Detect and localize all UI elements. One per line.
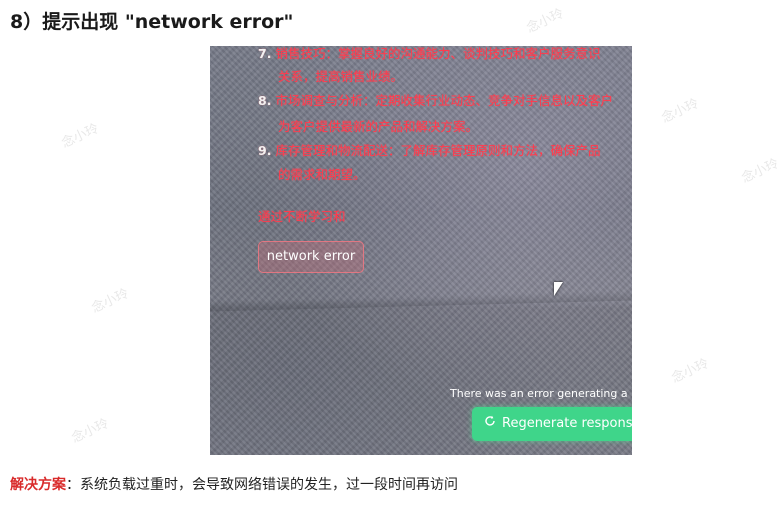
list-item-8-line1: 8. 市场调查与分析：定期收集行业动态、竞争对手信息以及客户 — [258, 90, 613, 109]
regenerate-label: Regenerate response — [502, 416, 632, 431]
list-item-8-line2: 为客户提供最新的产品和解决方案。 — [278, 119, 479, 134]
watermark: 念小玲 — [59, 121, 102, 152]
watermark: 念小玲 — [89, 286, 132, 317]
list-number: 7. — [258, 46, 272, 61]
solution-label: 解决方案 — [10, 477, 66, 493]
regenerate-response-button[interactable]: Regenerate response — [472, 407, 632, 441]
section-heading: 8）提示出现 "network error" — [10, 11, 294, 33]
list-text: 市场调查与分析：定期收集行业动态、竞争对手信息以及客户 — [275, 93, 613, 108]
list-text: 销售技巧：掌握良好的沟通能力、谈判技巧和客户服务意识 — [275, 46, 601, 61]
generating-error-message: There was an error generating a respo — [450, 387, 632, 400]
watermark: 念小玲 — [69, 416, 112, 447]
watermark: 念小玲 — [669, 356, 712, 387]
list-item-9-line2: 的需求和期望。 — [278, 167, 366, 182]
mouse-cursor-icon — [554, 282, 563, 296]
watermark: 念小玲 — [659, 96, 702, 127]
network-error-chip: network error — [258, 241, 364, 273]
screenshot-photo: 7. 销售技巧：掌握良好的沟通能力、谈判技巧和客户服务意识 关系，提高销售业绩。… — [210, 46, 632, 455]
list-number: 8. — [258, 93, 272, 108]
list-item-7-line1: 7. 销售技巧：掌握良好的沟通能力、谈判技巧和客户服务意识 — [258, 46, 600, 62]
list-item-7-line2: 关系，提高销售业绩。 — [278, 69, 404, 84]
refresh-icon-svg — [485, 415, 495, 426]
list-item-9-line1: 9. 库存管理和物流配送：了解库存管理原则和方法，确保产品 — [258, 140, 600, 159]
solution-paragraph: 解决方案：系统负载过重时，会导致网络错误的发生，过一段时间再访问 — [10, 474, 458, 494]
list-number: 9. — [258, 143, 272, 158]
page: 8）提示出现 "network error" 7. 销售技巧：掌握良好的沟通能力… — [0, 0, 777, 511]
list-text: 库存管理和物流配送：了解库存管理原则和方法，确保产品 — [275, 143, 601, 158]
partial-response-text: 通过不断学习和 — [258, 209, 346, 224]
solution-text: ：系统负载过重时，会导致网络错误的发生，过一段时间再访问 — [66, 477, 458, 493]
watermark: 念小玲 — [739, 156, 777, 187]
refresh-icon — [482, 407, 498, 441]
watermark: 念小玲 — [524, 6, 567, 37]
